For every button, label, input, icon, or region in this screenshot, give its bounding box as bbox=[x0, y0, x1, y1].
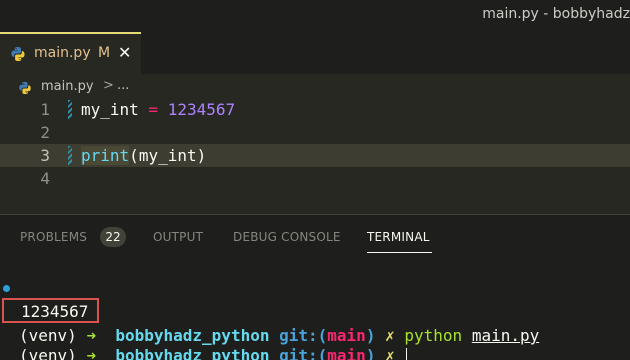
code-line[interactable]: 1 my_int = 1234567 bbox=[0, 98, 630, 121]
terminal-line-prompt[interactable]: (venv) ➜ bobbyhadz_python git:(main) ✗ bbox=[0, 320, 630, 360]
code-text: my_int = 1234567 bbox=[81, 100, 236, 119]
tab-label: main.py bbox=[34, 45, 91, 61]
breadcrumb: main.py > ... bbox=[0, 76, 630, 98]
modified-line-marker bbox=[68, 146, 72, 165]
line-number: 2 bbox=[40, 123, 50, 142]
tab-debug-console[interactable]: DEBUG CONSOLE bbox=[233, 230, 341, 244]
code-line[interactable]: 4 bbox=[0, 167, 630, 190]
window-title: main.py - bobbyhadz bbox=[482, 6, 630, 22]
python-file-icon bbox=[10, 46, 26, 66]
breadcrumb-file[interactable]: main.py bbox=[41, 79, 94, 94]
line-number: 4 bbox=[40, 169, 50, 188]
tab-terminal[interactable]: TERMINAL bbox=[367, 230, 430, 244]
problems-count-badge: 22 bbox=[100, 227, 126, 247]
code-editor[interactable]: 1 my_int = 1234567 2 3 print(my_int) 4 bbox=[0, 98, 630, 213]
active-tab-indicator bbox=[367, 252, 432, 253]
command-status-dot bbox=[3, 285, 10, 292]
tab-problems[interactable]: PROBLEMS bbox=[20, 230, 87, 244]
code-line-active[interactable]: 3 print(my_int) bbox=[0, 144, 630, 167]
line-number: 1 bbox=[40, 100, 50, 119]
tab-main-py[interactable]: main.py M ✕ bbox=[0, 32, 141, 74]
modified-badge: M bbox=[98, 45, 111, 61]
breadcrumb-more[interactable]: ... bbox=[117, 78, 129, 93]
terminal-line-command[interactable]: (venv) ➜ bobbyhadz_python git:(main) ✗ p… bbox=[0, 276, 630, 345]
title-bar: main.py - bobbyhadz bbox=[0, 0, 630, 32]
code-line[interactable]: 2 bbox=[0, 121, 630, 144]
code-text: print(my_int) bbox=[81, 146, 207, 165]
editor-tab-strip: main.py M ✕ bbox=[0, 32, 630, 74]
tab-output[interactable]: OUTPUT bbox=[153, 230, 203, 244]
python-file-icon bbox=[18, 80, 32, 99]
terminal-cursor bbox=[406, 347, 408, 360]
line-number: 3 bbox=[40, 146, 50, 165]
modified-line-marker bbox=[68, 100, 72, 119]
chevron-right-icon: > bbox=[103, 78, 114, 93]
close-icon[interactable]: ✕ bbox=[118, 43, 131, 62]
